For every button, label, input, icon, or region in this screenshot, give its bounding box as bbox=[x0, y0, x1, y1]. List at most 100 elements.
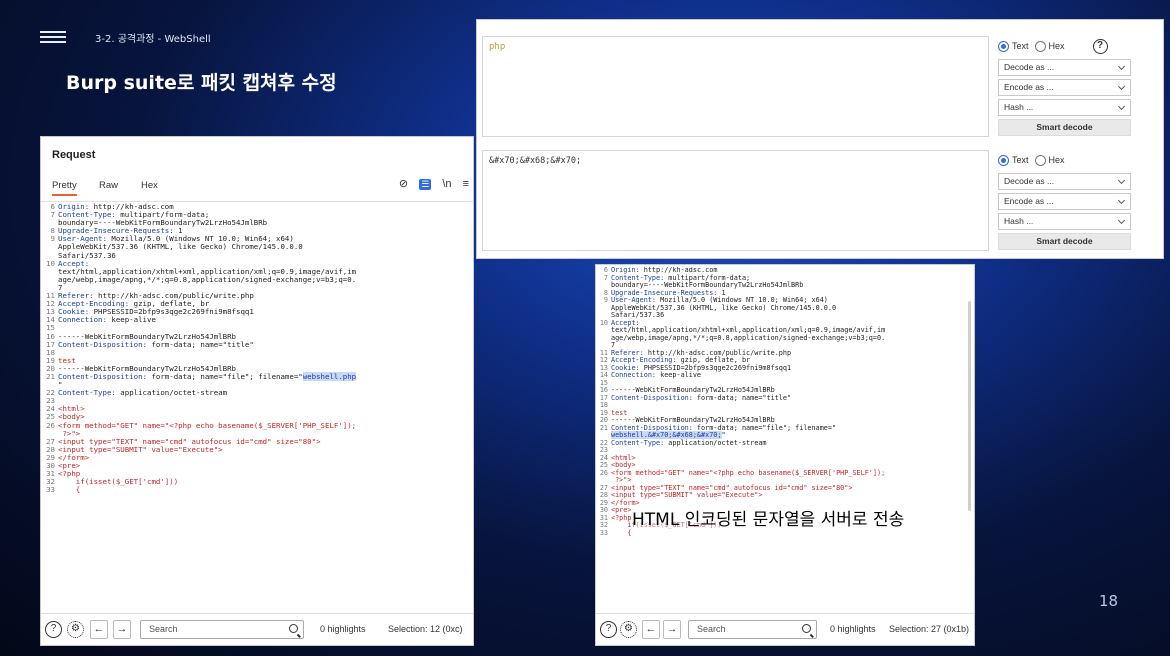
code-line: age/webp,image/apng,*/*;q=0.8,applicatio… bbox=[596, 334, 974, 343]
smart-decode-button[interactable]: Smart decode bbox=[998, 233, 1131, 250]
gear-icon[interactable]: ⚙ bbox=[620, 621, 637, 638]
edited-request-panel: 6 Origin: http://kh-adsc.com 7 Content-Type… bbox=[595, 264, 975, 646]
line-text: Content-Disposition: form-data; name="fi… bbox=[58, 371, 473, 381]
back-arrow-icon[interactable]: ← bbox=[642, 620, 660, 639]
line-text bbox=[58, 397, 473, 405]
pretty-print-icon[interactable]: ☰ bbox=[419, 179, 432, 190]
line-text: if(isset($_GET['cmd'])) bbox=[58, 478, 473, 486]
decoder-input[interactable]: php bbox=[482, 36, 989, 137]
help-icon[interactable]: ? bbox=[45, 621, 62, 638]
code-line: Safari/537.36 bbox=[41, 251, 473, 260]
line-number: 33 bbox=[46, 485, 55, 495]
html-token: <form method="GET" name="<?php echo base… bbox=[611, 468, 886, 477]
encode-as-select[interactable]: Encode as ... bbox=[998, 193, 1131, 210]
request-editor[interactable]: 6 Origin: http://kh-adsc.com 7 Content-Type… bbox=[41, 203, 473, 611]
header-key: Content-Disposition: bbox=[611, 393, 693, 402]
selected-filename: webshell.php bbox=[302, 371, 357, 381]
tab-raw[interactable]: Raw bbox=[99, 177, 118, 194]
code-line: Safari/537.36 bbox=[596, 311, 974, 320]
decoder-output[interactable]: &#x70;&#x68;&#x70; bbox=[482, 150, 989, 251]
line-text: <form method="GET" name="<?php echo base… bbox=[611, 468, 974, 478]
hash-select[interactable]: Hash ... bbox=[998, 99, 1131, 116]
search-placeholder: Search bbox=[697, 624, 726, 634]
line-number: 10 bbox=[599, 318, 608, 327]
decoder-controls-2: Text Hex Decode as ... Encode as ... Has… bbox=[998, 150, 1131, 250]
search-input[interactable]: Search bbox=[140, 620, 304, 639]
decoder-panel: php Text Hex ? Decode as ... Encode as .… bbox=[476, 19, 1164, 259]
search-icon bbox=[289, 624, 298, 633]
line-number: 9 bbox=[50, 234, 55, 244]
request-title: Request bbox=[52, 149, 96, 161]
line-text: <input type="SUBMIT" value="Execute"> bbox=[58, 445, 473, 454]
hash-select[interactable]: Hash ... bbox=[998, 213, 1131, 230]
header-key: Content-Type: bbox=[58, 388, 116, 398]
code-line: 26 <form method="GET" name="<?php echo ba… bbox=[41, 420, 473, 430]
smart-decode-button[interactable]: Smart decode bbox=[998, 119, 1131, 136]
line-text: Content-Disposition: form-data; name="ti… bbox=[611, 393, 974, 403]
line-text bbox=[58, 349, 473, 357]
line-text: <html> bbox=[58, 405, 473, 413]
line-number bbox=[41, 219, 58, 227]
search-input[interactable]: Search bbox=[688, 620, 817, 639]
header-value: keep-alive bbox=[656, 371, 702, 379]
forward-arrow-icon[interactable]: → bbox=[113, 620, 131, 639]
html-token: <form method="GET" name="<?php echo base… bbox=[58, 420, 357, 430]
code-line: 33 { bbox=[596, 528, 974, 538]
code-line: 24 <html> bbox=[41, 405, 473, 413]
code-line: 28 <input type="SUBMIT" value="Execute"> bbox=[41, 445, 473, 454]
decode-as-select[interactable]: Decode as ... bbox=[998, 173, 1131, 190]
line-number: 21 bbox=[599, 423, 608, 432]
radio-hex-button[interactable] bbox=[1034, 40, 1046, 52]
search-placeholder: Search bbox=[149, 624, 178, 634]
code-line: 14 Connection: keep-alive bbox=[596, 371, 974, 380]
line-text: Connection: keep-alive bbox=[611, 371, 974, 380]
radio-text-button[interactable] bbox=[998, 154, 1009, 166]
help-icon[interactable]: ? bbox=[1092, 38, 1108, 54]
highlight-count: 0 highlights bbox=[320, 624, 366, 634]
html-token: { bbox=[611, 528, 632, 537]
search-icon bbox=[802, 624, 811, 633]
request-toolbar: ⊘ ☰ \n ≡ bbox=[391, 177, 469, 190]
menu-icon bbox=[40, 31, 66, 43]
line-text: Safari/537.36 bbox=[58, 251, 473, 260]
radio-text-button[interactable] bbox=[998, 40, 1009, 52]
line-number: 26 bbox=[46, 420, 55, 430]
newline-icon[interactable]: \n bbox=[442, 178, 451, 190]
line-text: Content-Disposition: form-data; name="ti… bbox=[58, 340, 473, 349]
code-line: 21 Content-Disposition: form-data; name="… bbox=[41, 371, 473, 381]
header-value: application/octet-stream bbox=[664, 438, 767, 447]
code-line: 24 <html> bbox=[596, 454, 974, 463]
line-number bbox=[596, 305, 611, 313]
code-line: 14 Connection: keep-alive bbox=[41, 316, 473, 324]
breadcrumb: 3-2. 공격과정 - WebShell bbox=[95, 34, 211, 45]
line-number: 8 bbox=[50, 226, 55, 236]
scrollbar[interactable] bbox=[968, 301, 971, 511]
edited-request-editor[interactable]: 6 Origin: http://kh-adsc.com 7 Content-Type… bbox=[596, 267, 974, 613]
header-value: form-data; name="title" bbox=[692, 393, 792, 402]
header-value: age/webp,image/apng,*/*;q=0.8,applicatio… bbox=[58, 274, 357, 284]
line-text: Safari/537.36 bbox=[611, 311, 974, 320]
line-text: { bbox=[58, 486, 473, 494]
gear-icon[interactable]: ⚙ bbox=[67, 621, 84, 638]
line-number bbox=[41, 276, 58, 284]
request-bottom-bar: ? ⚙ ← → Search 0 highlights Selection: 1… bbox=[41, 613, 473, 645]
line-text: </form> bbox=[58, 453, 473, 462]
forward-arrow-icon[interactable]: → bbox=[663, 620, 681, 639]
encode-as-select[interactable]: Encode as ... bbox=[998, 79, 1131, 96]
radio-hex-label: Hex bbox=[1048, 41, 1065, 51]
tab-pretty[interactable]: Pretty bbox=[52, 177, 77, 196]
header-value: keep-alive bbox=[106, 315, 156, 325]
hide-nonprintable-icon[interactable]: ⊘ bbox=[399, 177, 408, 190]
selection-info: Selection: 12 (0xc) bbox=[388, 624, 463, 634]
line-number bbox=[596, 335, 611, 343]
menu-lines-icon[interactable]: ≡ bbox=[463, 178, 469, 190]
line-text: Connection: keep-alive bbox=[58, 316, 473, 324]
code-line: 33 { bbox=[41, 486, 473, 494]
back-arrow-icon[interactable]: ← bbox=[90, 620, 108, 639]
line-text: Content-Type: application/octet-stream bbox=[611, 438, 974, 448]
tab-hex[interactable]: Hex bbox=[141, 177, 158, 194]
line-number: 26 bbox=[599, 468, 608, 477]
help-icon[interactable]: ? bbox=[600, 621, 617, 638]
radio-hex-button[interactable] bbox=[1034, 154, 1046, 166]
decode-as-select[interactable]: Decode as ... bbox=[998, 59, 1131, 76]
